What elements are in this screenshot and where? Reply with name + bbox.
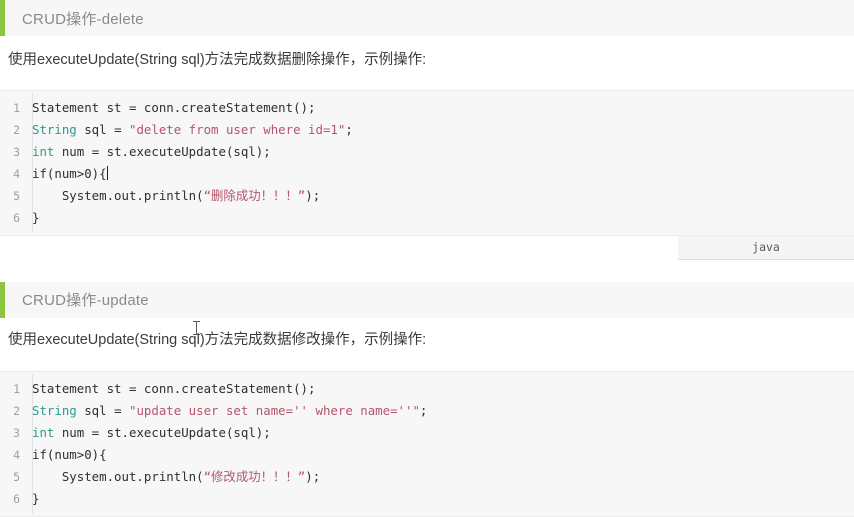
section-heading-update: CRUD操作-update [0,281,854,318]
code-rows-update: 1 Statement st = conn.createStatement(); 2… [0,378,854,510]
code-line: 6} [0,207,854,229]
line-number: 6 [13,210,20,225]
code-line-text: int num = st.executeUpdate(sql); [26,422,271,444]
code-token: } [32,490,40,506]
code-token: "update user set name='' where name=''" [128,402,420,418]
code-line-text: } [26,488,39,510]
code-line-text: System.out.println(“修改成功！！！”); [26,466,320,488]
text-caret [106,165,108,180]
code-line-text: if(num>0){ [26,444,107,466]
code-token: int [32,143,55,159]
code-line: 4 if(num>0){ [0,444,854,466]
code-token: ; [419,402,428,418]
code-token: } [32,209,40,225]
line-number: 2 [13,403,20,418]
code-token: “删除成功！！！” [203,187,306,203]
document-page: CRUD操作-delete 使用executeUpdate(String sql… [0,0,854,517]
code-token: ); [305,468,321,484]
line-number: 4 [13,447,20,462]
code-token: Statement st = conn.createStatement(); [32,380,316,396]
heading-text: CRUD操作-update [22,292,149,310]
code-line: 4 if(num>0){ [0,163,854,185]
code-line: 5 System.out.println(“删除成功！！！”); [0,185,854,207]
line-number: 5 [13,469,20,484]
code-line: 2 String sql = "delete from user where id… [0,119,854,141]
code-token: System.out.println( [32,187,204,203]
code-block-delete[interactable]: 1 Statement st = conn.createStatement(); 2… [0,89,854,236]
paragraph-update: 使用executeUpdate(String sql)方法完成数据修改操作，示例… [8,331,427,348]
code-rows-delete: 1 Statement st = conn.createStatement(); 2… [0,97,854,229]
code-line-text: System.out.println(“删除成功！！！”); [26,185,320,207]
line-number: 6 [13,491,20,506]
code-line-text: String sql = "update user set name='' wh… [26,400,427,422]
code-token: Statement st = conn.createStatement(); [32,99,316,115]
code-token: “修改成功！！！” [203,468,306,484]
code-token: if(num>0){ [32,446,107,462]
line-number: 1 [13,100,20,115]
language-badge-java: java [678,235,854,260]
code-token: int [32,424,55,440]
code-token: System.out.println( [32,468,204,484]
code-block-update[interactable]: 1 Statement st = conn.createStatement(); 2… [0,370,854,517]
code-token: String [32,121,77,137]
line-number: 3 [13,144,20,159]
code-token: sql = [76,121,129,137]
line-number: 5 [13,188,20,203]
code-line-text: Statement st = conn.createStatement(); [26,378,315,400]
code-line: 5 System.out.println(“修改成功！！！”); [0,466,854,488]
heading-text: CRUD操作-delete [22,10,144,28]
code-token: num = st.executeUpdate(sql); [54,143,271,159]
heading-accent-bar [0,281,5,318]
code-token: ); [305,187,321,203]
code-line: 3 int num = st.executeUpdate(sql); [0,422,854,444]
code-line: 2 String sql = "update user set name='' w… [0,400,854,422]
code-token: ; [345,121,353,137]
code-line: 1 Statement st = conn.createStatement(); [0,378,854,400]
code-line: 1 Statement st = conn.createStatement(); [0,97,854,119]
code-line-text: Statement st = conn.createStatement(); [26,97,315,119]
line-number: 4 [13,166,20,181]
code-line: 3 int num = st.executeUpdate(sql); [0,141,854,163]
code-line-text: int num = st.executeUpdate(sql); [26,141,271,163]
code-token: String [32,402,77,418]
language-badge-row: java [0,235,854,260]
code-line: 6} [0,488,854,510]
paragraph-delete: 使用executeUpdate(String sql)方法完成数据删除操作，示例… [8,52,427,68]
code-line-text: if(num>0){ [26,163,108,185]
code-token: sql = [76,402,129,418]
code-token: if(num>0){ [32,165,107,181]
line-number: 1 [13,381,20,396]
code-token: "delete from user where id=1" [128,121,346,137]
section-heading-delete: CRUD操作-delete [0,0,854,36]
line-number: 2 [13,122,20,137]
line-number: 3 [13,425,20,440]
heading-accent-bar [0,0,5,36]
code-line-text: } [26,207,39,229]
code-line-text: String sql = "delete from user where id=… [26,119,353,141]
code-token: num = st.executeUpdate(sql); [54,424,271,440]
